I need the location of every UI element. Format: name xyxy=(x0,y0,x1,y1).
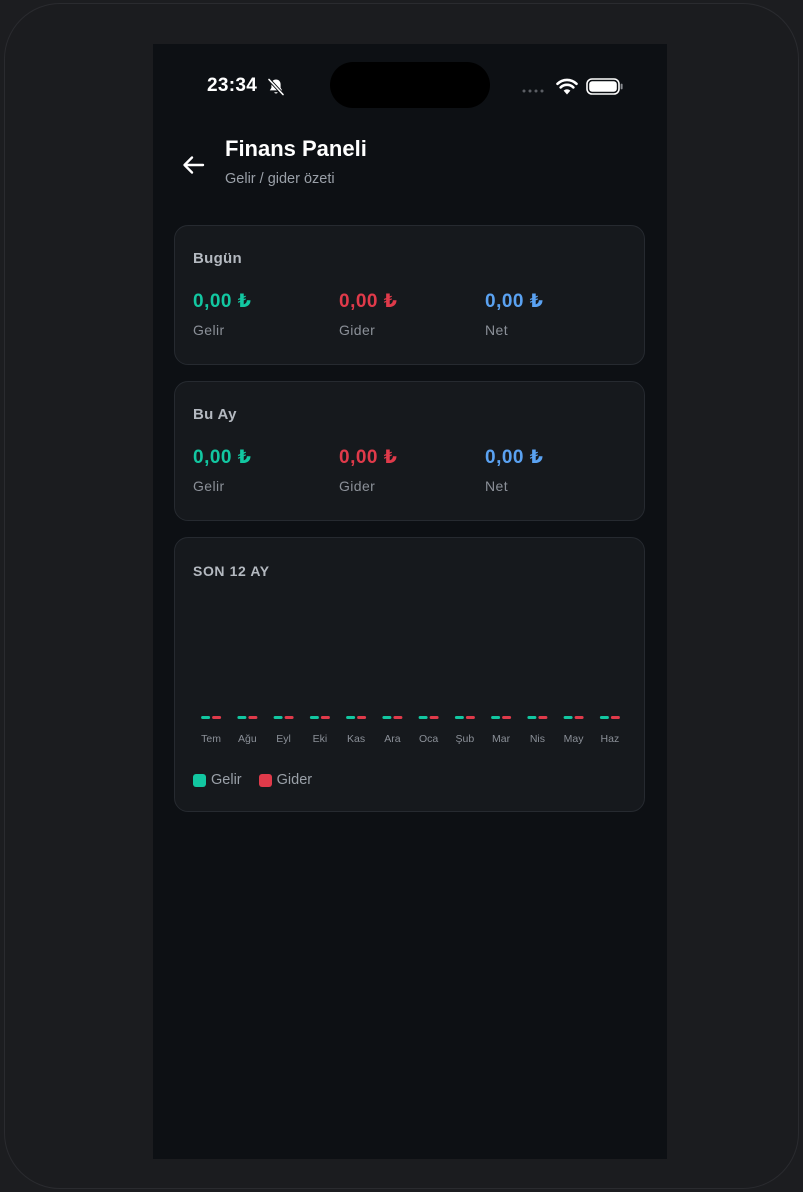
x-tick-label: Eyl xyxy=(276,733,291,745)
x-tick-label: Ağu xyxy=(238,733,257,745)
bar-income xyxy=(527,716,537,719)
expense-value: 0,00 ₺ xyxy=(339,291,398,312)
net-label: Net xyxy=(485,322,508,338)
net-stat: 0,00 ₺ Net xyxy=(485,290,625,338)
bar-expense xyxy=(320,716,330,719)
bar-income xyxy=(201,716,211,719)
legend-label: Gider xyxy=(276,772,313,788)
income-stat: 0,00 ₺ Gelir xyxy=(193,290,333,338)
income-value: 0,00 ₺ xyxy=(193,447,252,468)
bar-income xyxy=(491,716,501,719)
x-tick-label: Kas xyxy=(347,733,365,745)
net-value: 0,00 ₺ xyxy=(485,291,544,312)
bar-expense xyxy=(502,716,512,719)
wifi-icon xyxy=(556,78,578,95)
x-tick-label: Şub xyxy=(456,733,475,745)
page-header: Finans Paneli Gelir / gider özeti xyxy=(153,130,667,200)
today-summary-card: Bugün 0,00 ₺ Gelir 0,00 ₺ Gider 0,00 ₺ N… xyxy=(174,225,645,365)
x-tick-label: Nis xyxy=(530,733,545,745)
bar-income xyxy=(237,716,247,719)
card-title: Bugün xyxy=(193,250,242,267)
bell-muted-icon xyxy=(267,77,285,97)
bar-income xyxy=(382,716,392,719)
expense-stat: 0,00 ₺ Gider xyxy=(339,290,479,338)
legend-swatch xyxy=(193,773,206,787)
device-frame: 23:34 Finans Paneli Gelir / gider özeti … xyxy=(4,3,799,1189)
chart-legend: Gelir Gider xyxy=(193,771,329,789)
bar-expense xyxy=(538,716,548,719)
card-title: Bu Ay xyxy=(193,406,237,423)
page-subtitle: Gelir / gider özeti xyxy=(225,171,335,187)
dynamic-island xyxy=(330,62,490,108)
expense-stat: 0,00 ₺ Gider xyxy=(339,446,479,494)
income-stat: 0,00 ₺ Gelir xyxy=(193,446,333,494)
income-value: 0,00 ₺ xyxy=(193,291,252,312)
bar-income xyxy=(309,716,319,719)
bar-expense xyxy=(357,716,367,719)
bar-income xyxy=(454,716,464,719)
legend-swatch xyxy=(258,773,272,787)
app-screen: 23:34 Finans Paneli Gelir / gider özeti … xyxy=(153,44,667,1159)
net-stat: 0,00 ₺ Net xyxy=(485,446,625,494)
cellular-signal-icon xyxy=(522,89,544,93)
x-tick-label: May xyxy=(564,733,585,745)
bar-expense xyxy=(393,716,403,719)
bar-expense xyxy=(574,716,584,719)
x-tick-label: Eki xyxy=(313,733,328,745)
bar-income xyxy=(418,716,428,719)
net-label: Net xyxy=(485,478,508,494)
status-time: 23:34 xyxy=(207,75,258,96)
battery-icon xyxy=(586,78,623,95)
bar-expense xyxy=(212,716,222,719)
last-12-months-chart-card: SON 12 AY Tem Ağu Eyl Eki Kas Ara Oca Şub Mar Nis… xyxy=(174,537,645,812)
x-tick-label: Tem xyxy=(201,733,221,745)
bar-income xyxy=(273,716,283,719)
expense-label: Gider xyxy=(339,322,376,338)
month-summary-card: Bu Ay 0,00 ₺ Gelir 0,00 ₺ Gider 0,00 ₺ N… xyxy=(174,381,645,521)
status-bar: 23:34 xyxy=(153,44,667,124)
expense-value: 0,00 ₺ xyxy=(339,447,398,468)
x-tick-label: Haz xyxy=(601,733,620,745)
expense-label: Gider xyxy=(339,478,376,494)
legend-label: Gelir xyxy=(211,772,242,788)
back-arrow-icon[interactable] xyxy=(179,150,209,180)
bar-expense xyxy=(610,716,620,719)
bar-income xyxy=(563,716,573,719)
bar-expense xyxy=(465,716,475,719)
bar-income xyxy=(346,716,356,719)
bar-expense xyxy=(284,716,294,719)
x-tick-label: Oca xyxy=(419,733,438,745)
x-tick-label: Mar xyxy=(492,733,511,745)
bar-income xyxy=(599,716,609,719)
bar-expense xyxy=(248,716,258,719)
x-tick-label: Ara xyxy=(384,733,401,745)
bar-expense xyxy=(429,716,439,719)
income-label: Gelir xyxy=(193,478,225,494)
income-label: Gelir xyxy=(193,322,225,338)
page-title: Finans Paneli xyxy=(225,136,367,161)
net-value: 0,00 ₺ xyxy=(485,447,544,468)
legend-item: Gelir xyxy=(193,772,242,788)
legend-item: Gider xyxy=(258,772,313,788)
